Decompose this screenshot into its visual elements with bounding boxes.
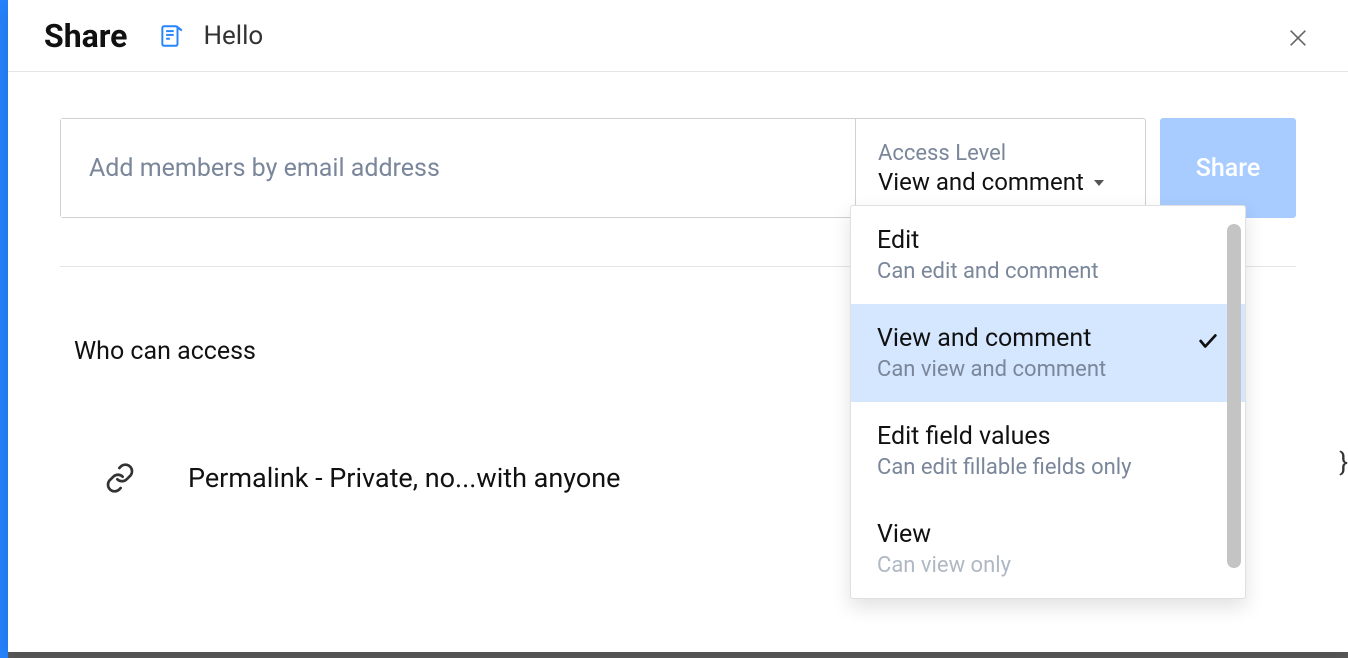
share-modal: Share Hello Access Level [8,0,1348,652]
dropdown-item-desc: Can view only [877,553,1219,578]
access-level-label: Access Level [878,141,1123,166]
dropdown-item-title: View and comment [877,324,1219,353]
check-icon [1197,330,1219,352]
dropdown-scrollbar[interactable] [1227,224,1241,568]
access-level-trigger[interactable]: Access Level View and comment [855,119,1145,217]
access-value-row: View and comment [878,168,1123,196]
modal-title: Share [44,17,127,55]
dropdown-item-title: View [877,520,1219,549]
dropdown-item-view-comment[interactable]: View and comment Can view and comment [851,304,1245,402]
dropdown-item-edit-fields[interactable]: Edit field values Can edit fillable fiel… [851,402,1245,500]
invite-row: Access Level View and comment Share [60,118,1296,218]
access-level-dropdown: Edit Can edit and comment View and comme… [850,205,1246,599]
access-level-value: View and comment [878,168,1084,196]
document-icon [157,22,185,50]
stray-curly-brace: } [1339,448,1348,478]
dropdown-item-view[interactable]: View Can view only [851,500,1245,598]
invite-box: Access Level View and comment [60,118,1146,218]
share-button[interactable]: Share [1160,118,1296,218]
dropdown-item-edit[interactable]: Edit Can edit and comment [851,206,1245,304]
close-button[interactable] [1284,24,1312,52]
document-name: Hello [203,21,263,51]
dropdown-item-title: Edit [877,226,1219,255]
dropdown-item-desc: Can edit fillable fields only [877,455,1219,480]
dropdown-item-desc: Can edit and comment [877,259,1219,284]
link-icon [100,458,140,498]
dropdown-item-title: Edit field values [877,422,1219,451]
caret-down-icon [1094,180,1104,186]
dropdown-item-desc: Can view and comment [877,357,1219,382]
permalink-text: Permalink - Private, no...with anyone [188,462,620,494]
email-input[interactable] [61,119,855,217]
modal-header: Share Hello [8,0,1348,72]
accent-strip [0,0,8,658]
